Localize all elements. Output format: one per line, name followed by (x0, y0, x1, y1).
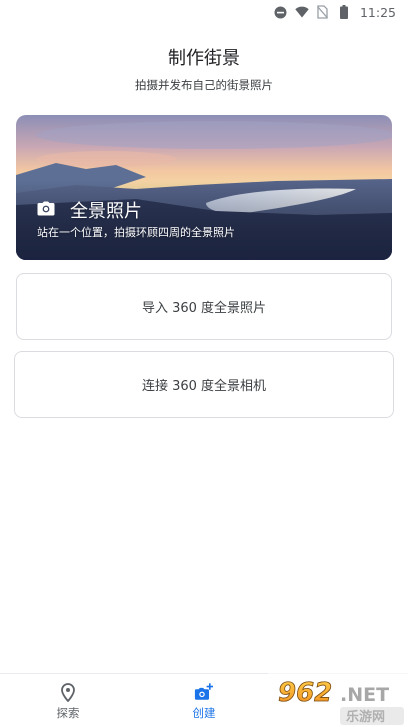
location-pin-icon (58, 682, 78, 702)
nav-label-create: 创建 (192, 706, 216, 720)
no-sim-icon (316, 5, 330, 19)
panorama-photo-card[interactable]: 全景照片 站在一个位置，拍摄环顾四周的全景照片 (16, 115, 392, 260)
svg-text:.NET: .NET (340, 684, 389, 706)
page-title: 制作街景 (168, 48, 240, 69)
hero-description: 站在一个位置，拍摄环顾四周的全景照片 (37, 226, 235, 239)
page-subtitle: 拍摄并发布自己的街景照片 (135, 78, 273, 92)
import-360-photo-button[interactable]: 导入 360 度全景照片 (16, 273, 392, 340)
nav-item-explore[interactable]: 探索 (0, 674, 136, 727)
connect-360-camera-button[interactable]: 连接 360 度全景相机 (14, 351, 394, 418)
hero-title: 全景照片 (70, 201, 142, 222)
nav-item-create[interactable]: 创建 (136, 674, 272, 727)
connect-360-camera-label: 连接 360 度全景相机 (141, 379, 267, 394)
minus-circle-icon (274, 5, 288, 19)
wifi-icon (295, 5, 309, 19)
import-360-photo-label: 导入 360 度全景照片 (141, 301, 267, 316)
site-watermark-logo: 962 .NET 乐游网 (268, 673, 408, 727)
svg-text:乐游网: 乐游网 (346, 709, 385, 725)
svg-text:962: 962 (278, 678, 332, 708)
status-bar: 11:25 (0, 0, 408, 24)
nav-label-explore: 探索 (56, 706, 80, 720)
add-photo-icon (194, 682, 214, 702)
battery-icon (337, 5, 351, 19)
status-time: 11:25 (359, 4, 396, 20)
camera-icon (36, 199, 56, 219)
